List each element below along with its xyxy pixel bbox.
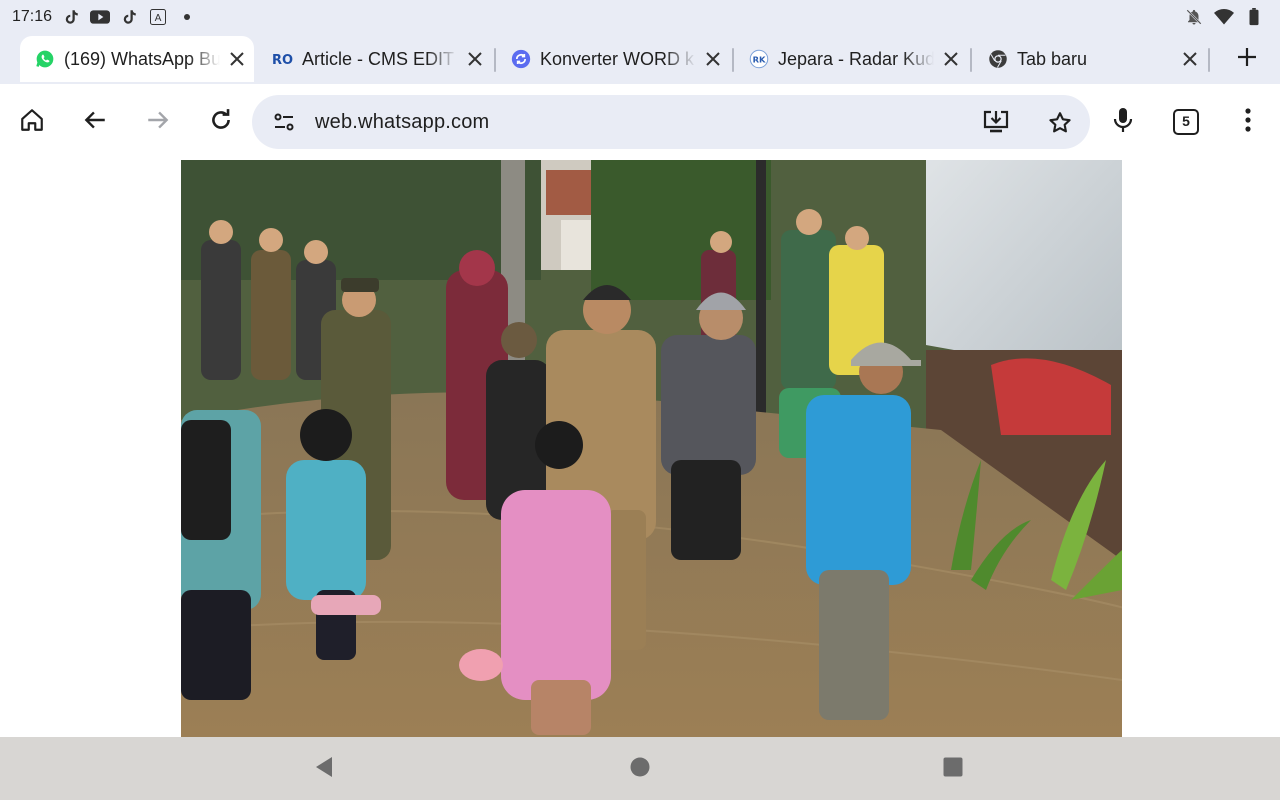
rk-logo-icon: RK bbox=[748, 48, 770, 70]
notifications-off-icon bbox=[1184, 7, 1204, 27]
close-icon[interactable] bbox=[940, 48, 962, 70]
url-text[interactable]: web.whatsapp.com bbox=[315, 111, 489, 134]
site-settings-icon[interactable] bbox=[272, 110, 296, 139]
youtube-icon bbox=[90, 7, 111, 27]
nav-back-button[interactable] bbox=[310, 755, 338, 783]
close-icon[interactable] bbox=[464, 48, 486, 70]
plus-icon bbox=[1237, 47, 1257, 72]
tab-strip: (169) WhatsApp Bu RO Article - CMS EDIT … bbox=[0, 34, 1280, 84]
nav-recents-button[interactable] bbox=[939, 755, 967, 783]
tab-whatsapp[interactable]: (169) WhatsApp Bu bbox=[20, 36, 254, 82]
close-icon[interactable] bbox=[1179, 48, 1201, 70]
close-icon[interactable] bbox=[702, 48, 724, 70]
status-bar: 17:16 A bbox=[0, 0, 1280, 34]
more-vertical-icon bbox=[1244, 107, 1252, 138]
dot-icon bbox=[177, 7, 197, 27]
page-content bbox=[0, 160, 1280, 737]
tab-title: Article - CMS EDIT bbox=[302, 48, 455, 69]
flood-photo bbox=[181, 160, 1122, 737]
tab-title: Tab baru bbox=[1017, 48, 1088, 69]
home-button[interactable] bbox=[14, 104, 50, 140]
home-icon bbox=[19, 107, 45, 138]
close-icon[interactable] bbox=[226, 48, 248, 70]
converter-icon bbox=[510, 48, 532, 70]
tab-konverter[interactable]: Konverter WORD k bbox=[496, 36, 730, 82]
tab-switcher-button[interactable]: 5 bbox=[1168, 104, 1204, 140]
status-time: 17:16 bbox=[12, 8, 53, 25]
back-button[interactable] bbox=[77, 104, 113, 140]
tab-jepara-radar[interactable]: RK Jepara - Radar Kud bbox=[734, 36, 968, 82]
tab-count-icon: 5 bbox=[1173, 109, 1199, 135]
svg-text:RO: RO bbox=[272, 53, 293, 66]
ro-logo-icon: RO bbox=[272, 48, 294, 70]
square-recents-icon bbox=[943, 757, 963, 782]
chrome-icon bbox=[987, 48, 1009, 70]
address-bar[interactable]: web.whatsapp.com bbox=[252, 95, 1090, 149]
star-icon[interactable] bbox=[1047, 110, 1073, 141]
tab-title: Konverter WORD k bbox=[540, 48, 695, 69]
tab-title: Jepara - Radar Kud bbox=[778, 48, 934, 69]
arrow-left-icon bbox=[82, 107, 108, 138]
triangle-back-icon bbox=[314, 756, 334, 783]
tab-divider bbox=[1208, 48, 1210, 72]
microphone-icon bbox=[1111, 106, 1135, 139]
tab-count: 5 bbox=[1182, 113, 1190, 129]
tab-new-tab[interactable]: Tab baru bbox=[973, 36, 1207, 82]
reload-button[interactable] bbox=[203, 104, 239, 140]
wifi-icon bbox=[1214, 7, 1234, 27]
install-app-icon[interactable] bbox=[982, 109, 1010, 140]
forward-button[interactable] bbox=[140, 104, 176, 140]
tiktok-icon bbox=[119, 7, 139, 27]
circle-home-icon bbox=[630, 757, 650, 782]
nav-home-button[interactable] bbox=[626, 755, 654, 783]
svg-text:A: A bbox=[155, 13, 162, 24]
whatsapp-icon bbox=[34, 48, 56, 70]
arrow-right-icon bbox=[145, 107, 171, 138]
browser-toolbar: web.whatsapp.com 5 bbox=[0, 84, 1280, 160]
reload-icon bbox=[208, 107, 234, 138]
tiktok-icon bbox=[61, 7, 81, 27]
tab-article-cms[interactable]: RO Article - CMS EDIT bbox=[258, 36, 492, 82]
new-tab-button[interactable] bbox=[1230, 46, 1264, 72]
tab-title: (169) WhatsApp Bu bbox=[64, 48, 220, 69]
system-navigation-bar bbox=[0, 737, 1280, 800]
voice-search-button[interactable] bbox=[1105, 104, 1141, 140]
tab-divider bbox=[970, 48, 972, 72]
text-a-icon: A bbox=[148, 7, 168, 27]
menu-button[interactable] bbox=[1230, 104, 1266, 140]
battery-icon bbox=[1244, 7, 1264, 27]
svg-text:RK: RK bbox=[753, 54, 766, 64]
